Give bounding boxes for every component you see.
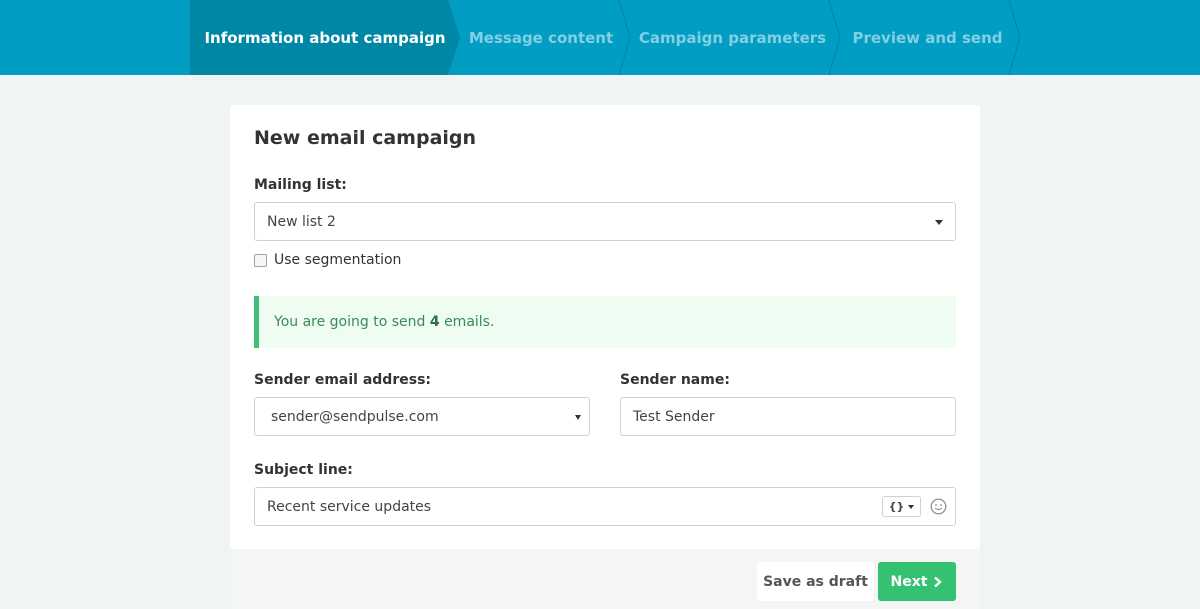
variables-icon: {}: [888, 500, 905, 513]
save-draft-button[interactable]: Save as draft: [757, 562, 874, 601]
campaign-form-card: New email campaign Mailing list: New lis…: [230, 105, 980, 550]
step-information[interactable]: Information about campaign: [204, 0, 445, 75]
recipients-alert: You are going to send 4 emails.: [254, 296, 956, 348]
step-campaign-parameters[interactable]: Campaign parameters: [635, 0, 830, 75]
page-title: New email campaign: [254, 127, 477, 149]
caret-down-icon: [575, 415, 581, 420]
campaign-steps-bar: Information about campaign Message conte…: [0, 0, 1200, 75]
alert-count: 4: [429, 314, 440, 330]
subject-input[interactable]: Recent service updates {}: [254, 487, 956, 526]
segmentation-checkbox[interactable]: [254, 253, 267, 267]
mailing-list-select[interactable]: New list 2: [254, 202, 956, 241]
step-preview-send[interactable]: Preview and send: [845, 0, 1010, 75]
step-separator: [618, 0, 631, 75]
subject-value: Recent service updates: [267, 498, 432, 515]
insert-variable-button[interactable]: {}: [882, 496, 921, 517]
next-button[interactable]: Next: [878, 562, 956, 601]
sender-name-label: Sender name:: [620, 372, 730, 388]
chevron-right-icon: [934, 576, 943, 587]
sender-email-label: Sender email address:: [254, 372, 431, 388]
mailing-list-value: New list 2: [267, 213, 336, 230]
sender-email-select[interactable]: sender@sendpulse.com: [254, 397, 590, 436]
smiley-icon[interactable]: [930, 498, 947, 515]
sender-name-input[interactable]: Test Sender: [620, 397, 956, 436]
segmentation-option[interactable]: Use segmentation: [254, 252, 401, 268]
step-separator: [1008, 0, 1021, 75]
step-message-content[interactable]: Message content: [462, 0, 620, 75]
segmentation-label: Use segmentation: [274, 252, 402, 268]
mailing-list-label: Mailing list:: [254, 177, 347, 193]
caret-down-icon: [935, 220, 943, 225]
subject-label: Subject line:: [254, 462, 353, 478]
next-label: Next: [890, 573, 928, 590]
sender-email-value: sender@sendpulse.com: [271, 408, 439, 425]
step-separator: [828, 0, 841, 75]
form-footer: Save as draft Next: [230, 549, 980, 609]
sender-name-value: Test Sender: [633, 408, 715, 425]
caret-down-icon: [908, 504, 915, 509]
alert-suffix: emails.: [444, 314, 495, 330]
alert-prefix: You are going to send: [274, 314, 426, 330]
